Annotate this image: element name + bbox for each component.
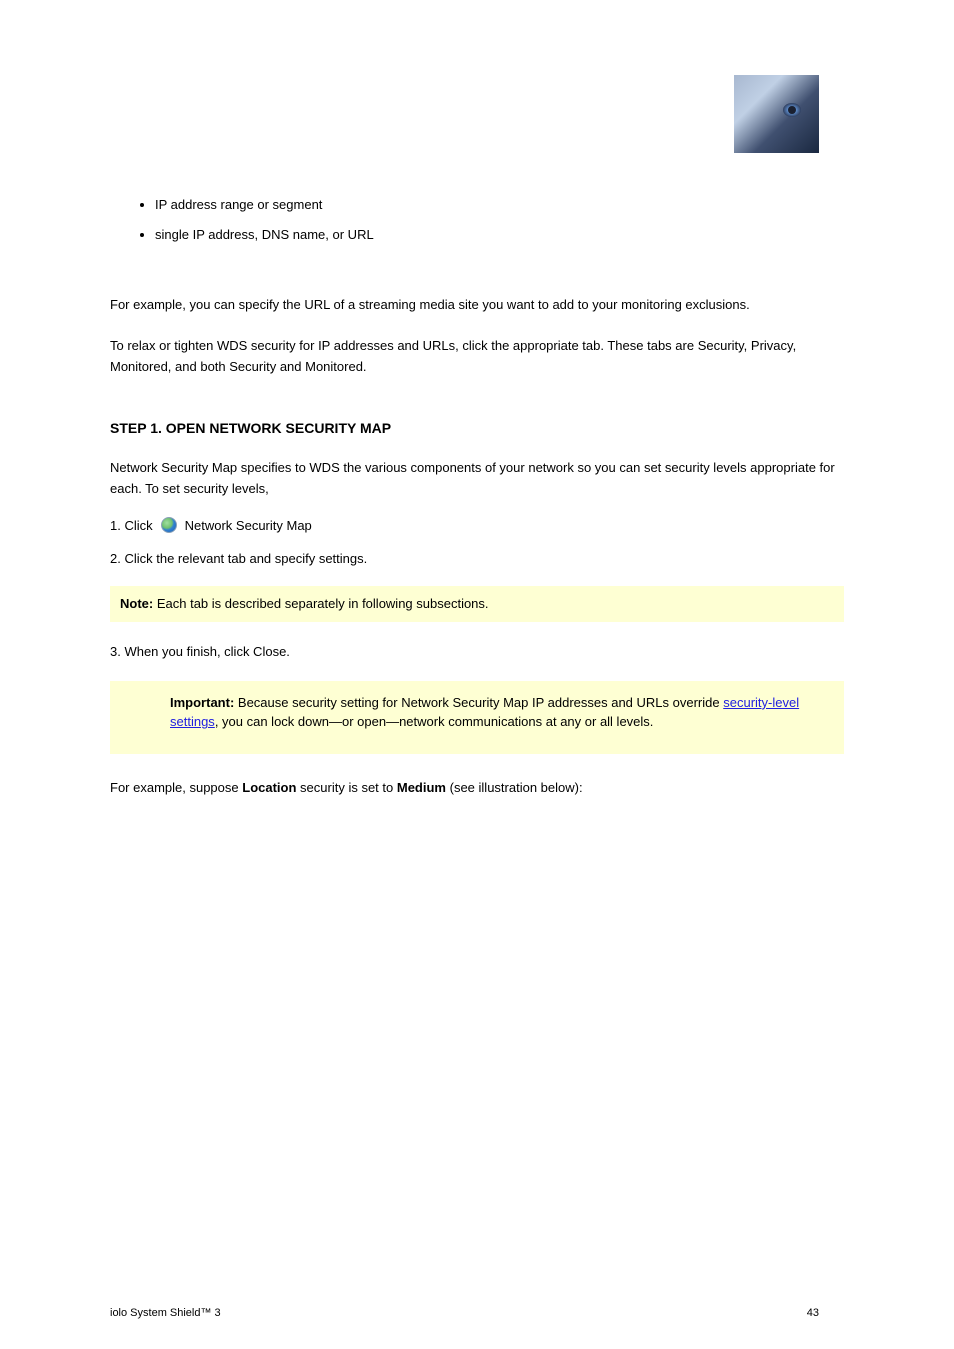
paragraph: Network Security Map specifies to WDS th…: [110, 458, 844, 500]
paragraph: For example, you can specify the URL of …: [110, 295, 844, 315]
paragraph: For example, suppose Location security i…: [110, 778, 844, 798]
paragraph: To relax or tighten WDS security for IP …: [110, 336, 844, 378]
step-prefix: 1. Click: [110, 518, 153, 533]
main-content: IP address range or segment single IP ad…: [110, 75, 844, 797]
footer-page-number: 43: [807, 1307, 819, 1319]
text-part: (see illustration below):: [450, 780, 583, 795]
note-label: Note:: [120, 596, 153, 611]
step-heading: STEP 1. OPEN NETWORK SECURITY MAP: [110, 420, 844, 436]
note-box: Note: Each tab is described separately i…: [110, 586, 844, 622]
bold-text: Location: [242, 780, 296, 795]
bullet-item: IP address range or segment: [155, 190, 844, 220]
important-text-1: Because security setting for Network Sec…: [238, 695, 720, 710]
header-image: [734, 75, 819, 153]
paragraph: 3. When you finish, click Close.: [110, 644, 844, 659]
eye-graphic: [783, 103, 801, 117]
important-box: Important: Because security setting for …: [110, 681, 844, 754]
globe-icon: [161, 517, 177, 533]
bullet-item: single IP address, DNS name, or URL: [155, 220, 844, 250]
footer: iolo System Shield™ 3 43: [110, 1307, 819, 1319]
important-text-2: , you can lock down—or open—network comm…: [215, 714, 654, 729]
important-label: Important:: [170, 695, 234, 710]
paragraph: 2. Click the relevant tab and specify se…: [110, 551, 844, 566]
footer-left: iolo System Shield™ 3: [110, 1307, 221, 1319]
text-part: security is set to: [300, 780, 393, 795]
bullet-list: IP address range or segment single IP ad…: [155, 190, 844, 250]
text-part: For example, suppose: [110, 780, 239, 795]
step-1-line: 1. Click Network Security Map: [110, 517, 844, 533]
bold-text: Medium: [397, 780, 446, 795]
note-text: Each tab is described separately in foll…: [157, 596, 489, 611]
step-link-text: Network Security Map: [185, 518, 312, 533]
